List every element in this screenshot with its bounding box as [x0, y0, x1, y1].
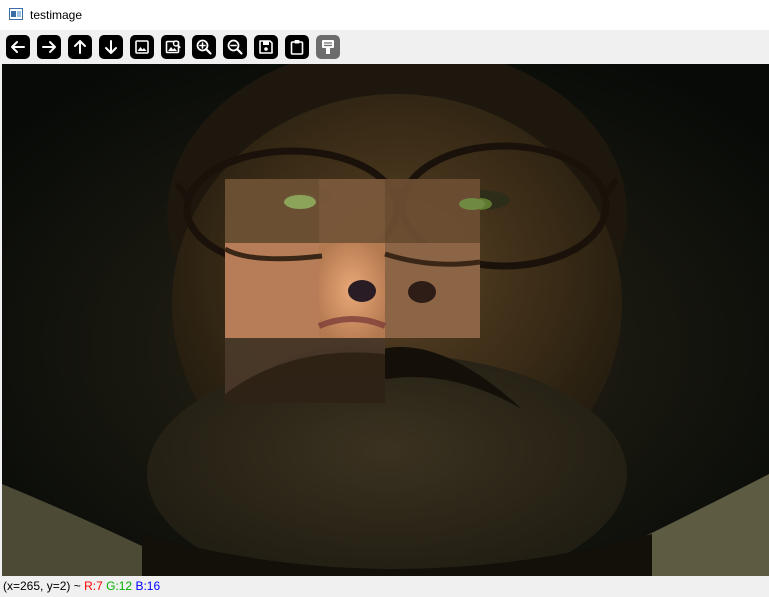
arrow-left-button[interactable]: [6, 35, 30, 59]
zoom-in-button[interactable]: [192, 35, 216, 59]
blue-value: B:16: [135, 579, 161, 593]
save-button[interactable]: [254, 35, 278, 59]
zoom-out-icon: [227, 39, 243, 55]
arrow-up-button[interactable]: [68, 35, 92, 59]
arrow-down-icon: [105, 40, 117, 54]
properties-icon: [322, 40, 334, 54]
green-value: G:12: [106, 579, 133, 593]
image-canvas[interactable]: [2, 64, 769, 576]
status-bar: (x=265, y=2) ~ R:7 G:12 B:16: [0, 576, 769, 597]
zoom-out-button[interactable]: [223, 35, 247, 59]
cursor-coordinates: (x=265, y=2) ~: [3, 579, 81, 593]
save-icon: [259, 40, 273, 54]
zoom-image-icon: [165, 40, 181, 54]
window-title: testimage: [30, 8, 83, 22]
image-viewer-window: testimage (x=265, y=2) ~ R:7 G:12 B:16: [0, 0, 769, 597]
clipboard-icon: [290, 40, 304, 55]
image-window-icon: [9, 8, 23, 20]
title-bar[interactable]: testimage: [0, 0, 769, 30]
arrow-down-button[interactable]: [99, 35, 123, 59]
arrow-right-icon: [42, 41, 56, 53]
arrow-up-icon: [74, 40, 86, 54]
arrow-right-button[interactable]: [37, 35, 61, 59]
properties-button[interactable]: [316, 35, 340, 59]
face-photo: [2, 64, 769, 576]
arrow-left-icon: [11, 41, 25, 53]
zoom-fit-button[interactable]: [130, 35, 154, 59]
red-value: R:7: [84, 579, 103, 593]
zoom-in-icon: [196, 39, 212, 55]
clipboard-button[interactable]: [285, 35, 309, 59]
zoom-fit-icon: [135, 40, 149, 54]
toolbar: [0, 30, 769, 64]
zoom-image-button[interactable]: [161, 35, 185, 59]
